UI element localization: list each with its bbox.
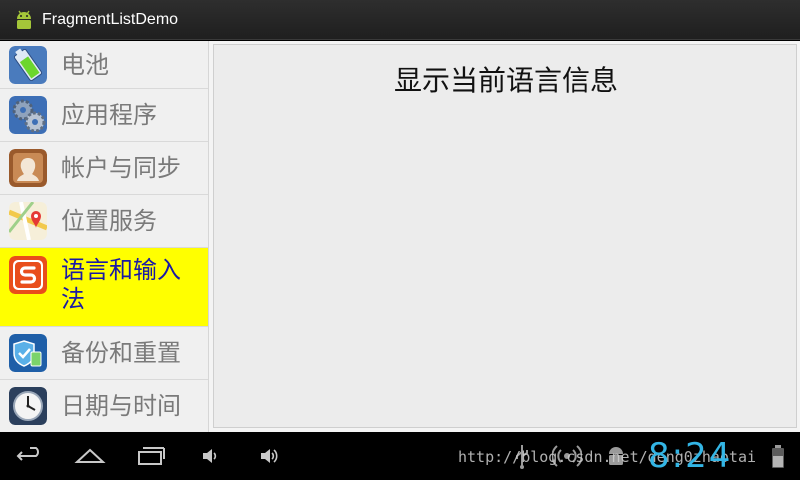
- list-item-label: 帐户与同步: [61, 154, 181, 182]
- detail-title: 显示当前语言信息: [393, 64, 618, 97]
- list-item-date-time[interactable]: 日期与时间: [0, 380, 208, 431]
- list-item-label: 备份和重置: [61, 339, 181, 367]
- recent-apps-icon[interactable]: [136, 444, 166, 468]
- home-icon[interactable]: [74, 444, 106, 468]
- list-item-location[interactable]: 位置服务: [0, 195, 208, 248]
- list-item-label: 日期与时间: [61, 391, 181, 420]
- list-item-label: 电池: [61, 50, 109, 79]
- app-title: FragmentListDemo: [42, 10, 179, 28]
- list-item-backup-reset[interactable]: 备份和重置: [0, 327, 208, 380]
- backup-shield-icon: [9, 334, 47, 372]
- gears-icon: [9, 96, 47, 134]
- sogou-icon: [9, 256, 47, 294]
- volume-down-icon[interactable]: [200, 444, 220, 468]
- list-item-label: 位置服务: [61, 207, 157, 235]
- list-item-battery[interactable]: 电池: [0, 41, 208, 89]
- map-icon: [9, 202, 47, 240]
- battery-icon: [9, 45, 47, 84]
- clock: 8:24: [648, 436, 733, 476]
- list-item-accounts[interactable]: 帐户与同步: [0, 142, 208, 195]
- android-icon: [12, 8, 36, 32]
- content-area: 电池 应用程序 帐户与同步 位置服务 语言和输入法 备份和重置 日期与时间 显示…: [0, 41, 800, 432]
- list-item-apps[interactable]: 应用程序: [0, 89, 208, 142]
- back-icon[interactable]: [16, 444, 44, 468]
- list-item-language-input[interactable]: 语言和输入法: [0, 248, 208, 327]
- volume-up-icon[interactable]: [258, 444, 282, 468]
- battery-status-icon: [770, 442, 786, 470]
- settings-list[interactable]: 电池 应用程序 帐户与同步 位置服务 语言和输入法 备份和重置 日期与时间: [0, 41, 209, 432]
- title-bar: FragmentListDemo: [0, 0, 800, 40]
- clock-icon: [9, 386, 47, 425]
- account-icon: [9, 149, 47, 187]
- list-item-label: 语言和输入法: [61, 256, 181, 313]
- system-nav-bar: http://blog.csdn.net/deng0zhaotai 8:24: [0, 432, 800, 480]
- detail-pane: 显示当前语言信息: [213, 44, 797, 428]
- list-item-label: 应用程序: [61, 101, 157, 129]
